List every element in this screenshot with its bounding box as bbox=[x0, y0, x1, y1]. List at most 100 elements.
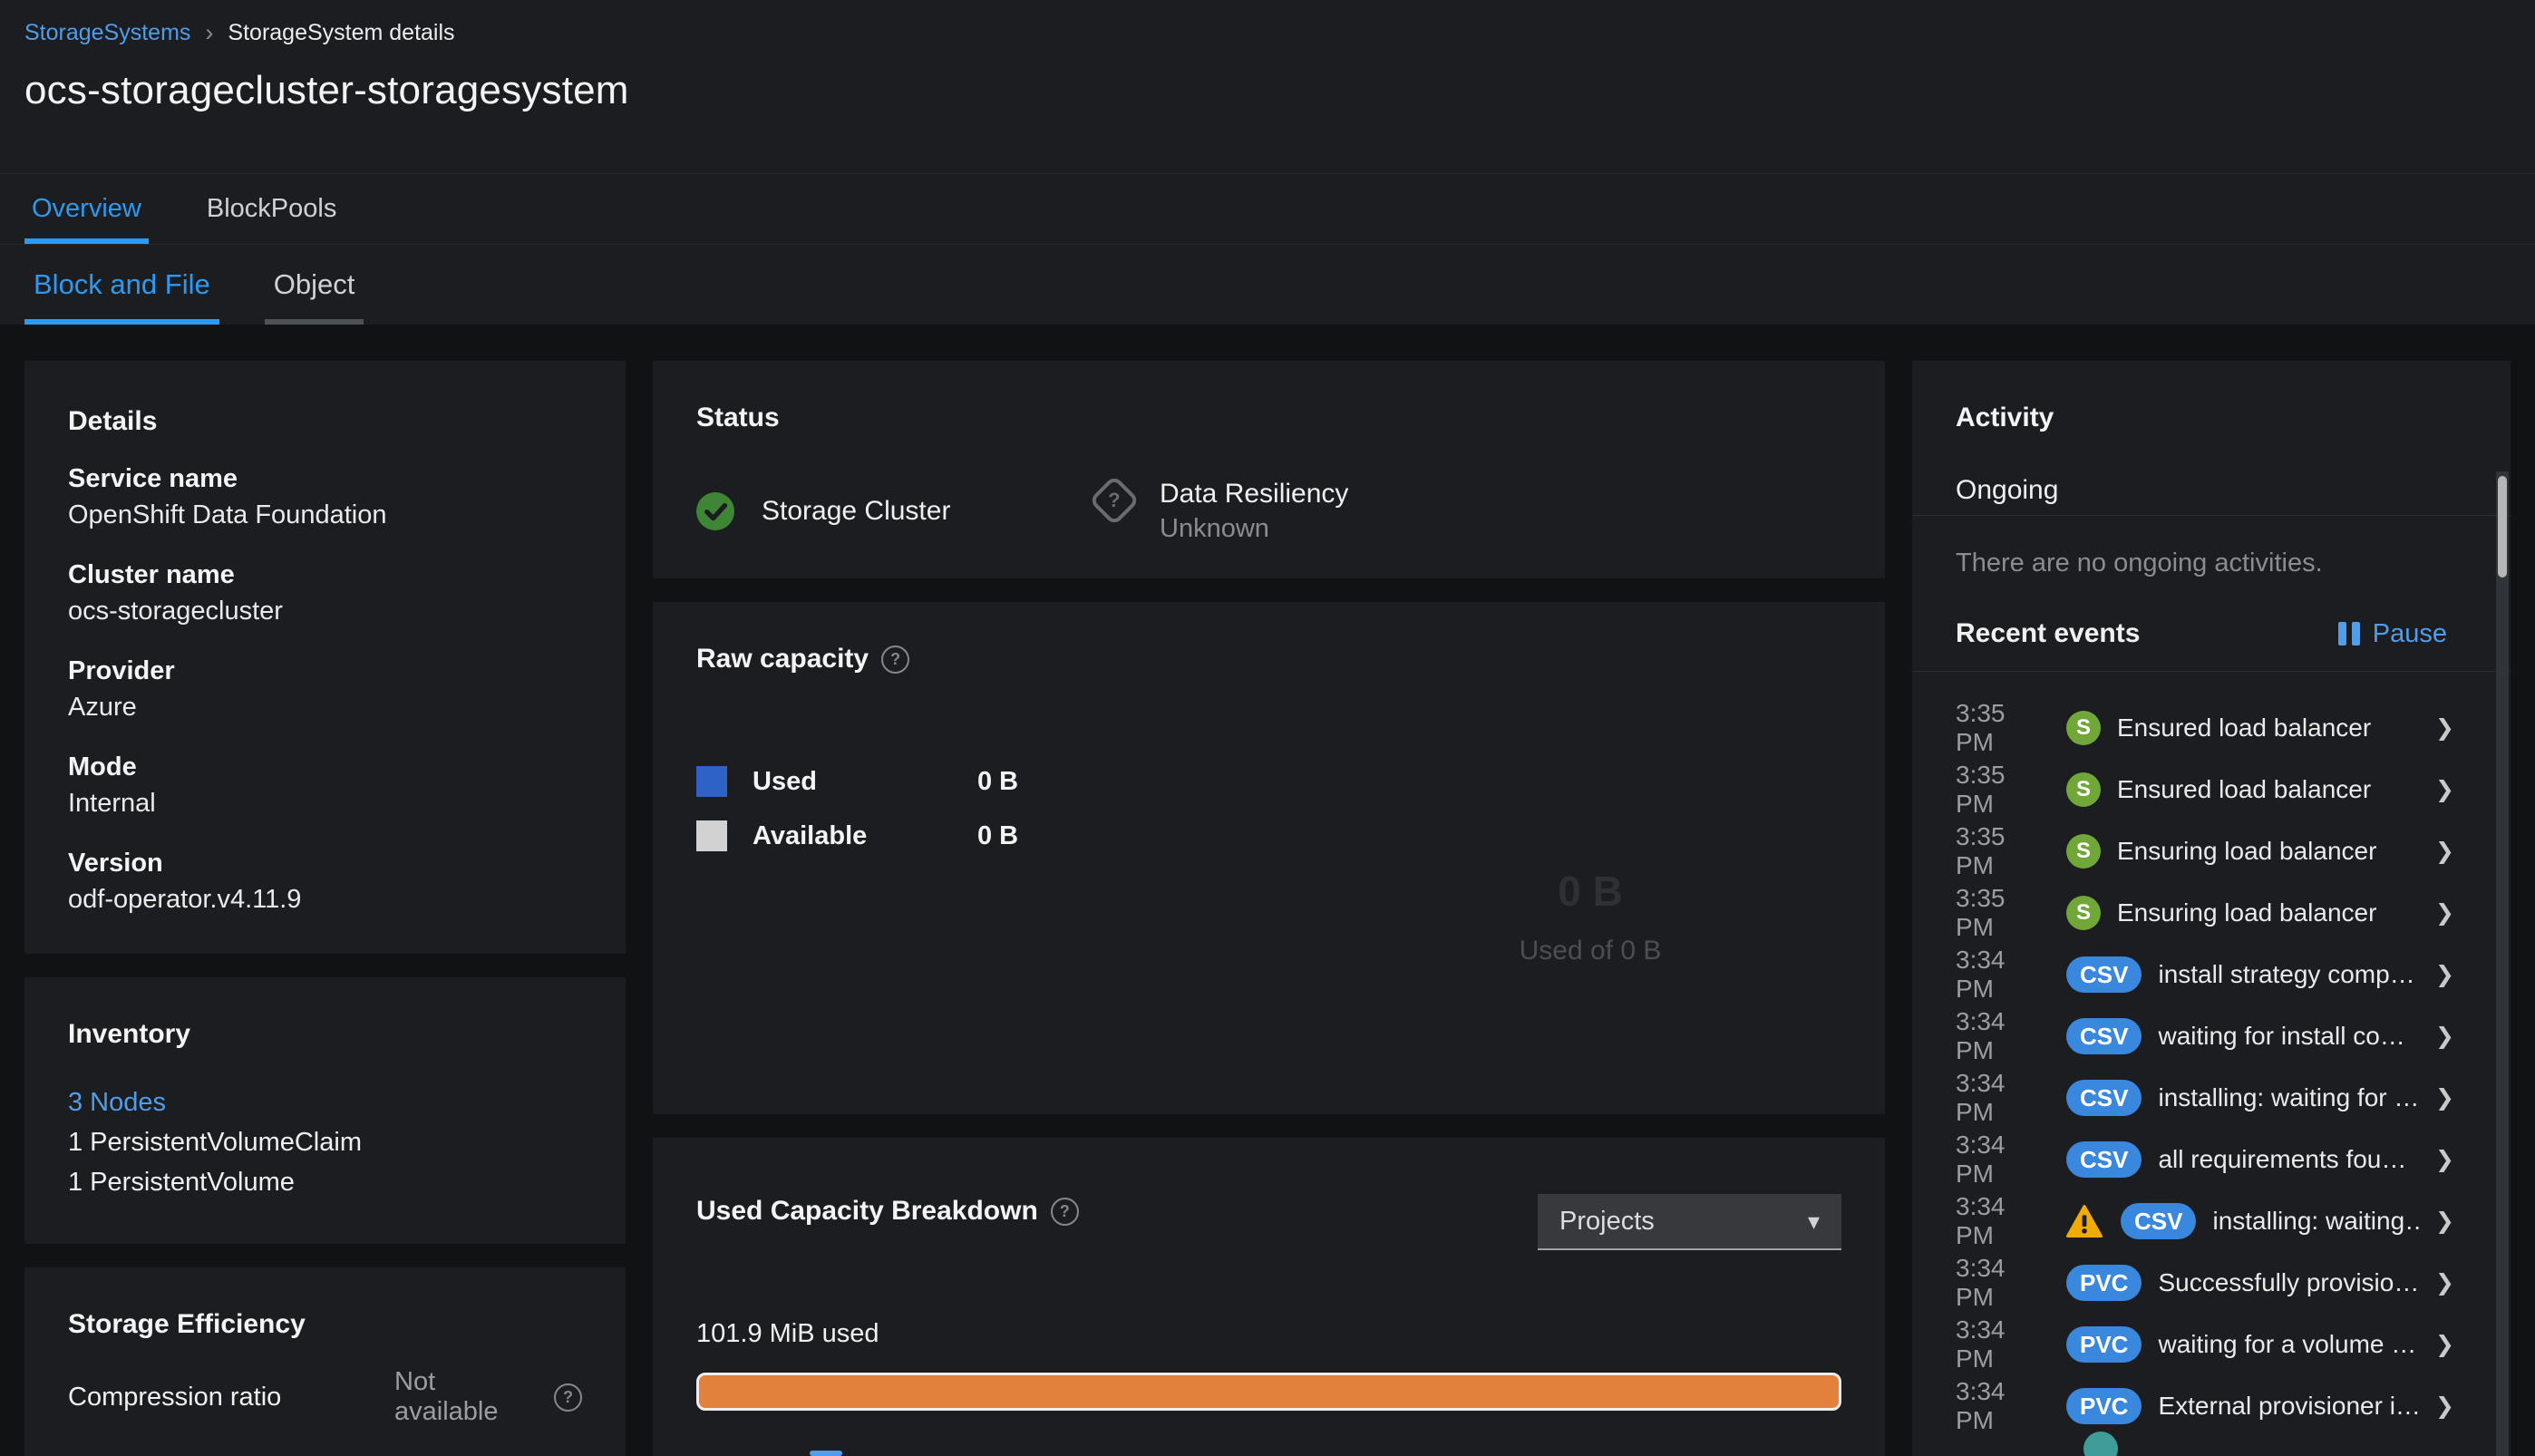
chevron-right-icon[interactable]: ❯ bbox=[2435, 899, 2454, 927]
detail-field: Mode Internal bbox=[68, 749, 582, 821]
event-source-badge: CSV bbox=[2066, 1080, 2142, 1116]
event-row[interactable]: 3:35 PM S Ensuring load balancer ❯ bbox=[1912, 882, 2511, 944]
details-card-title: Details bbox=[68, 406, 158, 436]
overview-content: Details Service name OpenShift Data Foun… bbox=[0, 325, 2535, 1456]
event-time: 3:34 PM bbox=[1956, 1192, 2006, 1249]
recent-events-header: Recent events Pause bbox=[1912, 618, 2511, 672]
chevron-right-icon[interactable]: ❯ bbox=[2435, 1269, 2454, 1296]
data-resiliency-text: Data Resiliency Unknown bbox=[1160, 477, 1348, 546]
breadcrumb-link-storagesystems[interactable]: StorageSystems bbox=[24, 20, 190, 46]
status-card: Status Storage Cluster ? Data Resiliency bbox=[653, 361, 1885, 578]
event-row[interactable]: 3:34 PM CSV waiting for install co… ❯ bbox=[1912, 1005, 2511, 1067]
event-row[interactable]: 3:34 PM PVC Successfully provisio… ❯ bbox=[1912, 1252, 2511, 1314]
breakdown-scope-value: Projects bbox=[1559, 1206, 1655, 1236]
right-column: Activity Ongoing There are no ongoing ac… bbox=[1912, 361, 2511, 1456]
used-swatch bbox=[696, 766, 727, 797]
raw-capacity-legend: Used 0 B Available 0 B bbox=[696, 762, 1841, 856]
breakdown-scope-dropdown[interactable]: Projects ▾ bbox=[1538, 1194, 1841, 1250]
event-message: waiting for install co… bbox=[2158, 1022, 2405, 1050]
storage-efficiency-card: Storage Efficiency Compression ratio Not… bbox=[24, 1267, 626, 1456]
event-message: Ensured load balancer bbox=[2117, 775, 2372, 803]
event-row[interactable]: 3:34 PM CSV install strategy comp… ❯ bbox=[1912, 944, 2511, 1005]
event-row[interactable]: 3:34 PM CSV installing: waiting for … ❯ bbox=[1912, 1067, 2511, 1129]
tab-block-and-file[interactable]: Block and File bbox=[24, 245, 219, 325]
event-message: installing: waiting for … bbox=[2158, 1083, 2420, 1111]
raw-capacity-help-icon[interactable]: ? bbox=[881, 645, 910, 674]
event-time: 3:35 PM bbox=[1956, 822, 2006, 879]
raw-capacity-card-title: Raw capacity bbox=[696, 644, 869, 674]
chevron-right-icon[interactable]: ❯ bbox=[2435, 961, 2454, 988]
storage-efficiency-card-title: Storage Efficiency bbox=[68, 1309, 306, 1339]
chevron-right-icon[interactable]: ❯ bbox=[2435, 1208, 2454, 1235]
chevron-right-icon[interactable]: ❯ bbox=[2435, 1146, 2454, 1173]
chevron-right-icon[interactable]: ❯ bbox=[2435, 1393, 2454, 1420]
detail-field: Service name OpenShift Data Foundation bbox=[68, 461, 582, 533]
chevron-right-icon[interactable]: ❯ bbox=[2435, 1084, 2454, 1111]
event-message: Successfully provisio… bbox=[2158, 1268, 2420, 1296]
truncated-legend-text bbox=[810, 1451, 842, 1456]
storage-cluster-label: Storage Cluster bbox=[762, 496, 951, 526]
efficiency-label: Compression ratio bbox=[68, 1382, 282, 1412]
events-scrollbar-thumb[interactable] bbox=[2498, 476, 2507, 578]
tab-blockpools[interactable]: BlockPools bbox=[199, 174, 344, 244]
chevron-right-icon[interactable]: ❯ bbox=[2435, 1331, 2454, 1358]
inventory-item[interactable]: 3 Nodes bbox=[68, 1082, 582, 1122]
event-time: 3:34 PM bbox=[1956, 1377, 2006, 1434]
storage-system-details-page: StorageSystems › StorageSystem details o… bbox=[0, 0, 2535, 1456]
inventory-card: Inventory 3 Nodes 1 PersistentVolumeClai… bbox=[24, 977, 626, 1244]
detail-value: Azure bbox=[68, 693, 137, 722]
detail-value: ocs-storagecluster bbox=[68, 597, 283, 626]
event-time: 3:35 PM bbox=[1956, 699, 2006, 756]
chevron-right-icon[interactable]: ❯ bbox=[2435, 776, 2454, 803]
event-time: 3:34 PM bbox=[1956, 1007, 2006, 1064]
details-field-list: Service name OpenShift Data Foundation C… bbox=[68, 461, 582, 917]
used-value: 0 B bbox=[977, 766, 1019, 796]
activity-card-title: Activity bbox=[1956, 403, 2054, 432]
legend-row-available: Available 0 B bbox=[696, 816, 1841, 856]
event-row[interactable]: 3:35 PM S Ensured load balancer ❯ bbox=[1912, 759, 2511, 820]
available-swatch bbox=[696, 820, 727, 851]
detail-field: Provider Azure bbox=[68, 653, 582, 725]
event-message: all requirements fou… bbox=[2158, 1145, 2407, 1173]
event-source-badge: S bbox=[2066, 896, 2101, 930]
available-label: Available bbox=[753, 820, 868, 850]
event-row[interactable]: 3:35 PM S Ensured load balancer ❯ bbox=[1912, 697, 2511, 759]
event-row[interactable]: 3:34 PM PVC waiting for a volume … ❯ bbox=[1912, 1314, 2511, 1375]
inventory-item: 1 PersistentVolumeClaim bbox=[68, 1128, 362, 1157]
middle-column: Status Storage Cluster ? Data Resiliency bbox=[653, 361, 1885, 1456]
recent-events-title: Recent events bbox=[1956, 618, 2141, 648]
efficiency-help-icon[interactable]: ? bbox=[554, 1383, 582, 1412]
event-row[interactable]: 3:34 PM PVC External provisioner i… ❯ bbox=[1912, 1375, 2511, 1437]
events-scrollbar-track[interactable] bbox=[2496, 471, 2509, 1456]
event-message: installing: waiting… bbox=[2212, 1207, 2420, 1235]
raw-capacity-title-row: Raw capacity ? bbox=[696, 644, 1841, 675]
inventory-item: 1 PersistentVolume bbox=[68, 1168, 295, 1197]
event-source-badge: S bbox=[2066, 834, 2101, 869]
ongoing-empty-message: There are no ongoing activities. bbox=[1956, 548, 2323, 578]
breakdown-help-icon[interactable]: ? bbox=[1050, 1197, 1079, 1226]
page-header: StorageSystems › StorageSystem details o… bbox=[0, 0, 2535, 174]
detail-value[interactable]: OpenShift Data Foundation bbox=[68, 497, 582, 533]
detail-label: Service name bbox=[68, 464, 238, 493]
event-row[interactable]: 3:34 PM CSV installing: waiting… ❯ bbox=[1912, 1190, 2511, 1252]
event-row[interactable]: 3:34 PM CSV all requirements fou… ❯ bbox=[1912, 1129, 2511, 1190]
data-resiliency-label: Data Resiliency bbox=[1160, 479, 1349, 509]
detail-field: Version odf-operator.v4.11.9 bbox=[68, 845, 582, 917]
inventory-list: 3 Nodes 1 PersistentVolumeClaim 1 Persis… bbox=[68, 1082, 582, 1202]
event-time: 3:34 PM bbox=[1956, 1131, 2006, 1188]
pause-events-button[interactable]: Pause bbox=[2337, 618, 2447, 649]
tab-object[interactable]: Object bbox=[265, 245, 364, 325]
event-message: Ensuring load balancer bbox=[2117, 837, 2377, 865]
tab-overview[interactable]: Overview bbox=[24, 174, 149, 244]
event-time: 3:34 PM bbox=[1956, 946, 2006, 1003]
chevron-right-icon[interactable]: ❯ bbox=[2435, 1023, 2454, 1050]
pause-button-label: Pause bbox=[2372, 618, 2447, 648]
detail-label: Mode bbox=[68, 752, 137, 781]
chevron-right-icon[interactable]: ❯ bbox=[2435, 714, 2454, 742]
chevron-right-icon[interactable]: ❯ bbox=[2435, 838, 2454, 865]
efficiency-row: Compression ratio Not available ? bbox=[68, 1367, 582, 1427]
status-row: Storage Cluster ? Data Resiliency Unknow… bbox=[696, 474, 1841, 546]
inventory-card-title: Inventory bbox=[68, 1019, 191, 1049]
data-resiliency-status: ? Data Resiliency Unknown bbox=[1088, 474, 1348, 546]
event-row[interactable]: 3:35 PM S Ensuring load balancer ❯ bbox=[1912, 820, 2511, 882]
